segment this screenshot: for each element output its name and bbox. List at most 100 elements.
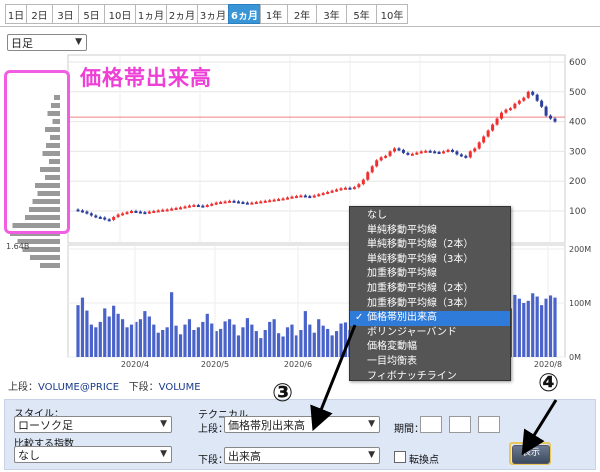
candle (468, 151, 472, 158)
step-4-marker: ④ (538, 368, 560, 397)
dropdown-item[interactable]: 単純移動平均線（3本） (350, 253, 510, 268)
show-button[interactable]: 表示 (512, 445, 550, 464)
volume-bar (129, 324, 134, 357)
period-tab[interactable]: 2日 (26, 4, 53, 24)
candle (375, 160, 379, 167)
candle (348, 187, 352, 190)
period-tab[interactable]: 10日 (104, 4, 136, 24)
candle (232, 200, 236, 203)
candle (312, 195, 316, 198)
period-tab[interactable]: 3日 (52, 4, 79, 24)
period-tab[interactable]: 10年 (376, 4, 408, 24)
volume-bar (170, 292, 174, 357)
volume-bar (174, 325, 178, 357)
volume-bar (232, 324, 236, 357)
volume-bar (94, 327, 98, 357)
dropdown-item-label: 単純移動平均線（3本） (367, 253, 474, 265)
dropdown-item[interactable]: ボリンジャーバンド (350, 326, 510, 341)
dropdown-item[interactable]: 単純移動平均線（2本） (350, 238, 510, 253)
volume-bar (343, 322, 348, 357)
dropdown-item[interactable]: 加重移動平均線（3本） (350, 297, 510, 312)
style-select-value: ローソク足 (18, 418, 73, 432)
volume-profile-bar (30, 255, 60, 260)
technical-upper-value: 価格帯別出来高 (228, 418, 305, 432)
candle (491, 124, 495, 131)
dropdown-item-label: 価格帯別出来高 (367, 312, 437, 324)
price-axis-tick-label: 400 (569, 118, 586, 128)
step-3-marker: ③ (272, 378, 294, 407)
dropdown-item-label: ボリンジャーバンド (367, 326, 457, 338)
volume-bar (165, 327, 169, 357)
volume-bar (334, 331, 339, 357)
period-tab[interactable]: 5日 (78, 4, 105, 24)
dropdown-item[interactable]: 一目均衡表 (350, 355, 510, 370)
candle (134, 211, 138, 213)
period-tab[interactable]: 2年 (287, 4, 317, 24)
candle (504, 109, 508, 113)
candle (183, 206, 187, 209)
volume-bar (227, 319, 232, 357)
dropdown-item[interactable]: 価格変動幅 (350, 340, 510, 355)
period-tab[interactable]: 6ヵ月 (228, 4, 261, 24)
technical-upper-select[interactable]: 価格帯別出来高 ▼ (224, 416, 380, 433)
legend-upper-label: 上段： (8, 382, 38, 393)
dropdown-item[interactable]: 単純移動平均線 (350, 224, 510, 239)
period-tab[interactable]: 5年 (346, 4, 377, 24)
turn-point-checkbox[interactable] (394, 451, 406, 463)
volume-bar (290, 324, 294, 357)
candle (156, 210, 160, 213)
volume-bar (178, 334, 183, 357)
x-axis-tick-label: 2020/5 (201, 360, 229, 369)
candle (121, 213, 125, 216)
dropdown-item[interactable]: フィボナッチライン (350, 370, 510, 385)
volume-bar (125, 327, 129, 357)
volume-bar (89, 324, 93, 357)
volume-bar (107, 316, 111, 357)
candle (76, 209, 80, 212)
legend-lower-value: VOLUME (158, 382, 201, 393)
candle (361, 179, 365, 185)
volume-bar (187, 319, 192, 357)
candle (379, 157, 383, 161)
dropdown-item[interactable]: なし (350, 209, 510, 224)
candle (259, 201, 263, 204)
volume-bar (281, 336, 285, 357)
period-tab[interactable]: 2ヵ月 (166, 4, 198, 24)
period-tab[interactable]: 1年 (260, 4, 288, 24)
period-input-1[interactable] (420, 416, 442, 433)
legend-upper-value: VOLUME@PRICE (38, 382, 120, 393)
candle (219, 202, 223, 205)
candle (112, 216, 116, 220)
candle (433, 151, 437, 154)
period-input-3[interactable] (478, 416, 500, 433)
volume-bar (548, 295, 553, 357)
volume-bar (98, 321, 102, 357)
volume-bar (330, 335, 334, 357)
technical-lower-select[interactable]: 出来高 ▼ (224, 447, 380, 464)
period-tabs: 1日 2日 3日 5日 10日 1ヵ月 2ヵ月 3ヵ月 6ヵ月 1年 2年 3年 5年 10年 (5, 4, 408, 26)
candle (138, 211, 142, 214)
volume-bar (540, 305, 544, 357)
period-tab[interactable]: 1ヵ月 (135, 4, 167, 24)
volume-axis-tick-label: 100M (569, 299, 591, 308)
candle (393, 148, 397, 152)
candle (473, 148, 477, 152)
dropdown-item[interactable]: ✓ 価格帯別出来高 (350, 311, 510, 326)
volume-bar (526, 300, 530, 357)
period-tab[interactable]: 3年 (316, 4, 347, 24)
volume-bar (205, 313, 209, 357)
volume-bar (245, 318, 250, 357)
dropdown-item[interactable]: 加重移動平均線（2本） (350, 282, 510, 297)
style-select[interactable]: ローソク足 ▼ (14, 416, 172, 433)
candle (250, 202, 254, 205)
candle (107, 219, 111, 222)
dropdown-item[interactable]: 加重移動平均線 (350, 267, 510, 282)
chevron-down-icon: ▼ (368, 450, 375, 460)
candle (428, 150, 432, 153)
candle (482, 136, 486, 143)
period-tab[interactable]: 3ヵ月 (197, 4, 229, 24)
compare-select[interactable]: なし ▼ (14, 446, 172, 463)
period-input-2[interactable] (449, 416, 471, 433)
candle (513, 103, 517, 109)
period-tab[interactable]: 1日 (5, 4, 27, 24)
